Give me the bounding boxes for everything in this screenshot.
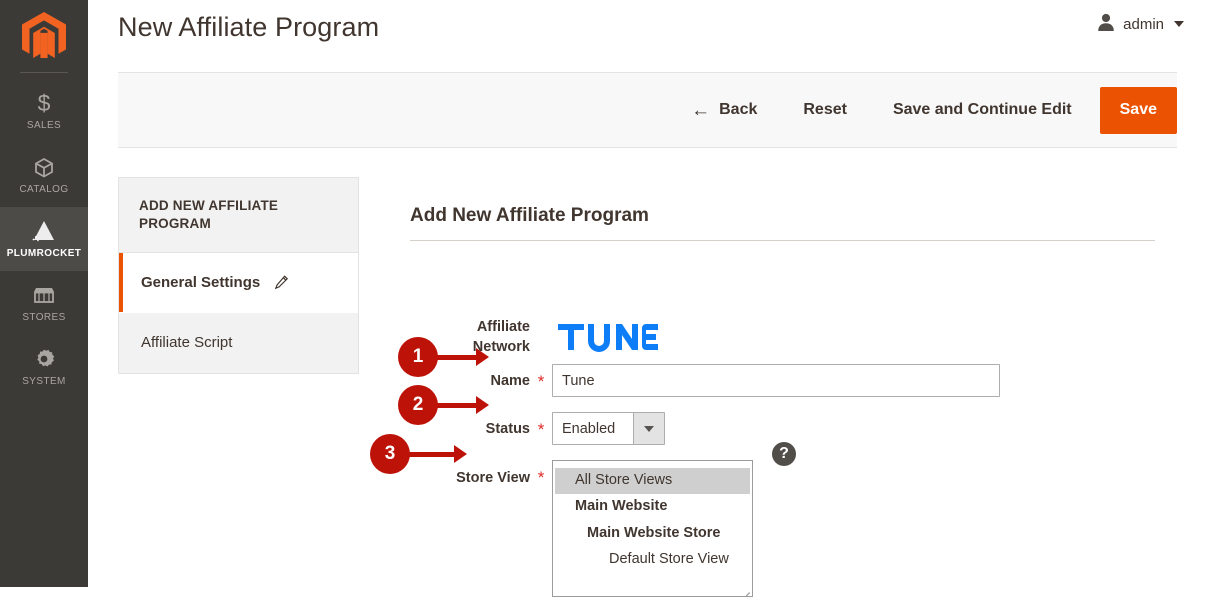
name-label: Name [490,373,531,390]
content-nav-title: ADD NEW AFFILIATE PROGRAM [119,178,358,254]
name-field-control [552,363,1000,398]
affiliate-network-field-row: Affiliate Network [410,262,1156,357]
store-view-option[interactable]: Main Website Store [553,521,752,547]
chevron-down-icon[interactable] [1174,21,1184,27]
sidebar-item-label: PLUMROCKET [6,248,82,259]
status-label: Status [485,421,530,438]
form-panel: Add New Affiliate Program Affiliate Netw… [410,205,1156,597]
store-view-option[interactable]: Default Store View [553,547,752,573]
save-and-continue-edit-label: Save and Continue Edit [892,101,1072,118]
content-nav-tab-label: General Settings [141,274,261,292]
sidebar-item-system[interactable]: SYSTEM [0,335,88,399]
back-button[interactable]: ← Back [691,101,757,120]
store-view-multiselect[interactable]: All Store Views Main Website Main Websit… [552,460,753,597]
sidebar-item-sales[interactable]: $ SALES [0,79,88,143]
admin-user-name: admin [1123,15,1164,33]
status-required-marker: * [537,420,545,440]
status-select-value: Enabled [562,420,616,437]
store-view-required-marker: * [537,468,545,488]
affiliate-network-required-spacer [530,262,552,272]
sidebar-item-plumrocket[interactable]: PLUMROCKET [0,207,88,271]
magento-logo-icon[interactable] [0,0,88,72]
sidebar-item-label: SYSTEM [22,376,66,387]
gear-icon [32,347,56,371]
save-button[interactable]: Save [1099,86,1177,134]
form-divider [410,240,1155,241]
pyramid-icon [31,219,57,243]
name-input[interactable] [552,364,1000,398]
box-icon [32,155,56,179]
action-toolbar: ← Back Reset Save and Continue Edit Save [118,72,1177,148]
store-view-field-row: Store View * All Store Views Main Websit… [410,459,1156,597]
sidebar-divider [20,72,68,73]
store-view-option[interactable]: Main Website [553,494,752,520]
annotation-badge: 3 [370,434,410,474]
sidebar-item-label: SALES [26,120,62,131]
svg-text:$: $ [38,91,51,115]
admin-user-menu[interactable]: admin [1097,12,1184,36]
tune-logo [552,262,658,357]
store-view-option[interactable]: All Store Views [555,468,750,495]
admin-sidebar: $ SALES CATALOG PLUMROCKET STORES SYSTEM [0,0,88,587]
resize-handle-icon[interactable] [740,584,750,597]
content-nav-panel: ADD NEW AFFILIATE PROGRAM General Settin… [118,177,359,375]
back-button-label: Back [719,101,758,118]
status-field-control: Enabled [552,411,665,446]
dollar-icon: $ [34,90,54,116]
name-field-row: Name * [410,363,1156,411]
content-nav-tab-affiliate-script[interactable]: Affiliate Script [119,313,358,373]
sidebar-item-catalog[interactable]: CATALOG [0,143,88,207]
sidebar-item-stores[interactable]: STORES [0,271,88,335]
page-header: New Affiliate Program admin [88,0,1206,62]
status-select[interactable]: Enabled [552,412,665,446]
reset-button[interactable]: Reset [803,101,847,119]
chevron-down-icon[interactable] [633,413,664,445]
pencil-icon[interactable] [274,275,289,290]
store-view-field-control: All Store Views Main Website Main Websit… [552,459,753,597]
storefront-icon [31,283,57,307]
user-icon [1097,12,1115,36]
save-and-continue-edit-button[interactable]: Save and Continue Edit [893,101,1072,119]
question-mark-icon[interactable]: ? [772,442,796,466]
sidebar-item-label: STORES [22,312,66,323]
arrow-left-icon: ← [691,99,711,121]
sidebar-item-label: CATALOG [19,184,69,195]
reset-button-label: Reset [803,101,847,118]
affiliate-network-label: Affiliate Network [472,319,530,355]
form-section-title: Add New Affiliate Program [410,205,649,226]
content-nav-tab-label: Affiliate Script [141,334,233,352]
content-nav-tab-general-settings[interactable]: General Settings [119,253,358,314]
name-required-marker: * [537,372,545,392]
page-title: New Affiliate Program [118,12,380,42]
store-view-label: Store View [456,470,530,487]
